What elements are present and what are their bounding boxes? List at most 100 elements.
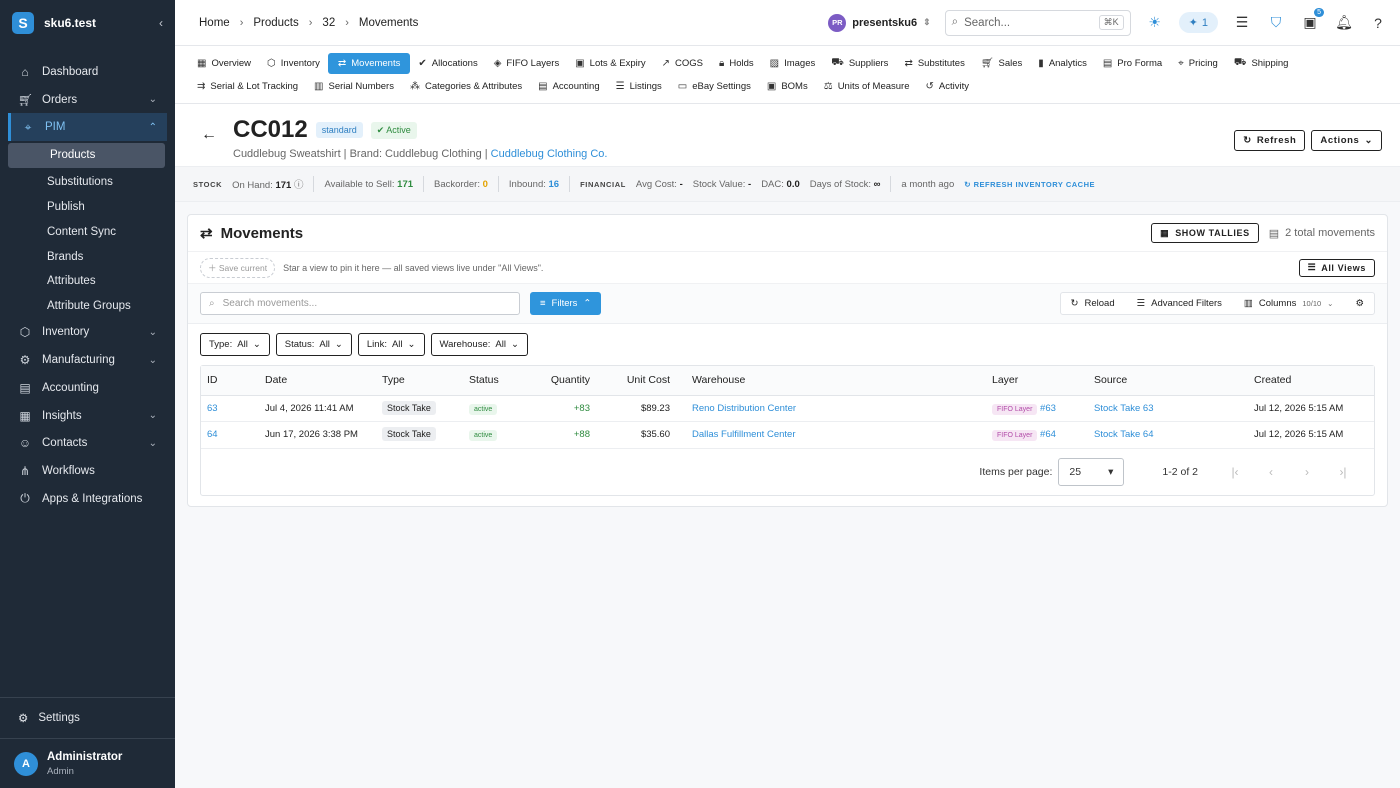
column-header[interactable]: Quantity (523, 366, 596, 396)
last-page-icon[interactable]: ›| (1328, 465, 1358, 479)
sidebar-item-inventory[interactable]: ⬡ Inventory ⌄ (0, 319, 175, 347)
sidebar-subitem-publish[interactable]: Publish (0, 195, 175, 220)
movement-search-input[interactable]: ⌕ Search movements... (200, 292, 520, 315)
tab-units-of-measure[interactable]: ⚖ Units of Measure (816, 76, 918, 97)
sidebar-subitem-products[interactable]: Products (8, 143, 165, 168)
column-header[interactable]: ID (201, 366, 259, 396)
tab-movements[interactable]: ⇄ Movements (327, 53, 411, 74)
gear-icon[interactable]: ⚙ (1355, 298, 1364, 309)
tab-serial-numbers[interactable]: ▥ Serial Numbers (306, 76, 402, 97)
sidebar-subitem-attribute-groups[interactable]: Attribute Groups (0, 294, 175, 319)
tab-substitutes[interactable]: ⇄ Substitutes (896, 53, 972, 74)
source-link[interactable]: Stock Take 63 (1088, 395, 1248, 422)
sidebar-item-pim[interactable]: ⌖ PIM ⌃ (8, 113, 167, 142)
column-header[interactable]: Date (259, 366, 376, 396)
arrow-left-icon[interactable]: ← (201, 126, 217, 144)
tab-lots-expiry[interactable]: ▣ Lots & Expiry (567, 53, 653, 74)
tab-images[interactable]: ▨ Images (762, 53, 824, 74)
movement-id-link[interactable]: 63 (201, 395, 259, 422)
sidebar-subitem-substitutions[interactable]: Substitutions (0, 170, 175, 195)
column-header[interactable]: Unit Cost (596, 366, 676, 396)
sidebar-item-workflows[interactable]: ⋔ Workflows (0, 457, 175, 485)
tab-listings[interactable]: ☰ Listings (608, 76, 670, 97)
tab-pro-forma[interactable]: ▤ Pro Forma (1095, 53, 1170, 74)
tab-shipping[interactable]: ⛟ Shipping (1226, 53, 1297, 74)
tab-ebay-settings[interactable]: ▭ eBay Settings (670, 76, 759, 97)
first-page-icon[interactable]: |‹ (1220, 465, 1250, 479)
tab-accounting[interactable]: ▤ Accounting (530, 76, 607, 97)
table-row[interactable]: 63 Jul 4, 2026 11:41 AM Stock Take activ… (201, 395, 1374, 422)
tab-allocations[interactable]: ✔ Allocations (410, 53, 485, 74)
help-icon[interactable]: ? (1368, 15, 1388, 31)
warehouse-filter[interactable]: Warehouse: All ⌄ (430, 333, 528, 356)
supplier-link[interactable]: Cuddlebug Clothing Co. (491, 148, 608, 160)
column-header[interactable]: Source (1088, 366, 1248, 396)
tasks-icon[interactable]: ☰ (1232, 14, 1252, 31)
tab-holds[interactable]: 🔒︎ Holds (711, 53, 762, 74)
reload-button[interactable]: ↻ Reload (1071, 298, 1115, 309)
sidebar-subitem-brands[interactable]: Brands (0, 244, 175, 269)
sidebar-item-manufacturing[interactable]: ⚙ Manufacturing ⌄ (0, 346, 175, 374)
column-header[interactable]: Warehouse (676, 366, 986, 396)
save-current-view-button[interactable]: ＋ Save current (200, 257, 276, 278)
refresh-cache-link[interactable]: ↻ REFRESH INVENTORY CACHE (964, 180, 1095, 189)
breadcrumb-home[interactable]: Home (199, 17, 230, 29)
sidebar-item-accounting[interactable]: ▤ Accounting (0, 374, 175, 402)
tab-cogs[interactable]: ↗ COGS (654, 53, 711, 74)
tab-sales[interactable]: 🛒︎ Sales (973, 53, 1030, 74)
columns-button[interactable]: ▥ Columns 10/10 ⌄ (1244, 298, 1334, 309)
sidebar-item-contacts[interactable]: ☺ Contacts ⌄ (0, 429, 175, 457)
tab-serial-lot-tracking[interactable]: ⇉ Serial & Lot Tracking (189, 76, 306, 97)
info-icon[interactable]: ⓘ (294, 180, 304, 191)
breadcrumb-product-id[interactable]: 32 (322, 17, 335, 29)
tab-categories-attributes[interactable]: ⁂ Categories & Attributes (402, 76, 530, 97)
all-views-button[interactable]: ☰ All Views (1298, 258, 1375, 277)
column-header[interactable]: Layer (986, 366, 1088, 396)
tab-inventory[interactable]: ⬡ Inventory (259, 53, 328, 74)
theme-icon[interactable]: ☀ (1145, 14, 1165, 31)
breadcrumb-products[interactable]: Products (253, 17, 298, 29)
global-search-input[interactable]: ⌕ Search... ⌘K (944, 9, 1131, 36)
sidebar-item-apps[interactable]: ⏻ Apps & Integrations (0, 485, 175, 513)
filters-button[interactable]: ≡ Filters ⌃ (530, 292, 602, 315)
type-filter[interactable]: Type: All ⌄ (200, 333, 270, 356)
shield-icon[interactable]: ⛉ (1266, 14, 1286, 31)
warehouse-link[interactable]: Dallas Fulfillment Center (676, 421, 986, 449)
user-profile[interactable]: A Administrator Admin (0, 738, 175, 788)
next-page-icon[interactable]: › (1292, 465, 1322, 479)
ai-assistant-button[interactable]: ✦ 1 (1178, 12, 1218, 33)
previous-page-icon[interactable]: ‹ (1256, 465, 1286, 479)
tab-boms[interactable]: ▣ BOMs (759, 76, 816, 97)
link-filter[interactable]: Link: All ⌄ (357, 333, 425, 356)
tab-fifo-layers[interactable]: ◈ FIFO Layers (486, 53, 568, 74)
show-tallies-button[interactable]: ▦ SHOW TALLIES (1151, 223, 1259, 243)
tab-pricing[interactable]: ⌖ Pricing (1170, 53, 1226, 74)
column-header[interactable]: Status (463, 366, 523, 396)
movement-id-link[interactable]: 64 (201, 421, 259, 449)
account-switcher[interactable]: PR presentsku6 ⇕ (828, 13, 931, 32)
tab-suppliers[interactable]: ⛟ Suppliers (823, 53, 896, 74)
layer-link[interactable]: #63 (1040, 403, 1056, 414)
table-row[interactable]: 64 Jun 17, 2026 3:38 PM Stock Take activ… (201, 421, 1374, 449)
advanced-filters-button[interactable]: ☰ Advanced Filters (1137, 298, 1222, 309)
column-header[interactable]: Created (1248, 366, 1374, 396)
column-header[interactable]: Type (376, 366, 463, 396)
sidebar-item-insights[interactable]: ▦ Insights ⌄ (0, 402, 175, 430)
actions-button[interactable]: Actions ⌄ (1311, 130, 1382, 151)
sidebar-item-settings[interactable]: ⚙ Settings (0, 698, 175, 738)
tab-overview[interactable]: ▦ Overview (189, 53, 259, 74)
sidebar-subitem-attributes[interactable]: Attributes (0, 269, 175, 294)
source-link[interactable]: Stock Take 64 (1088, 421, 1248, 449)
sidebar-subitem-content-sync[interactable]: Content Sync (0, 219, 175, 244)
sidebar-item-orders[interactable]: 🛒︎ Orders ⌄ (0, 86, 175, 114)
gift-icon[interactable]: ▣ 5 (1300, 8, 1324, 31)
warehouse-link[interactable]: Reno Distribution Center (676, 395, 986, 422)
sidebar-item-dashboard[interactable]: ⌂ Dashboard (0, 58, 175, 86)
tab-analytics[interactable]: ▮ Analytics (1030, 53, 1095, 74)
bell-icon[interactable]: 🔔︎ (1334, 14, 1354, 31)
status-filter[interactable]: Status: All ⌄ (275, 333, 352, 356)
tab-activity[interactable]: ↺ Activity (918, 76, 977, 97)
refresh-button[interactable]: ↻ Refresh (1234, 130, 1306, 151)
items-per-page-select[interactable]: 25 ▾ (1058, 457, 1125, 486)
chevron-left-icon[interactable]: ‹ (159, 16, 163, 30)
